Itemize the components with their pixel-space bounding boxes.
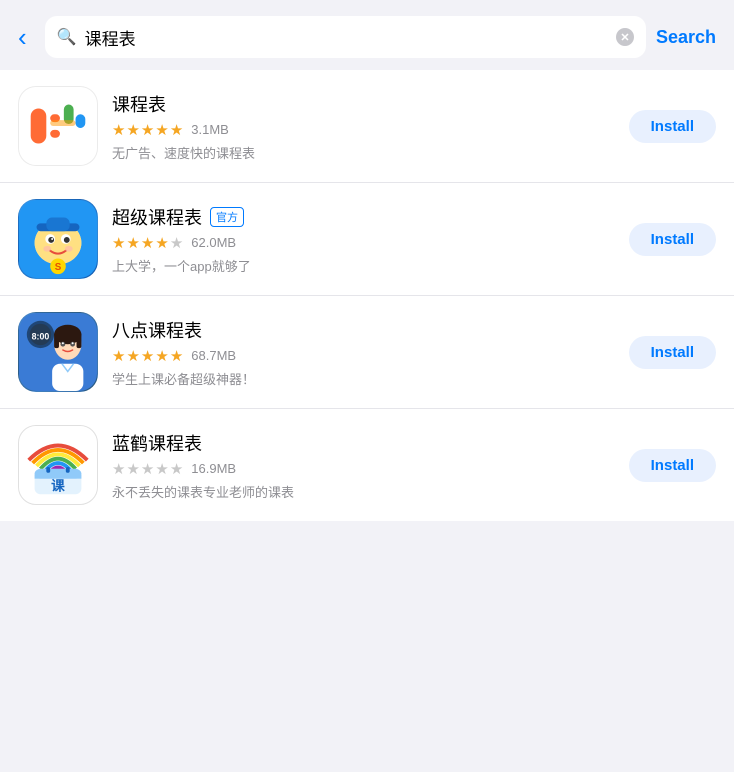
search-button[interactable]: Search (656, 27, 716, 48)
star-2: ★ (126, 460, 139, 478)
app-name-row: 蓝鹤课程表 (112, 430, 615, 456)
app-info: 八点课程表 ★ ★ ★ ★ ★ 68.7MB 学生上课必备超级神器！ (112, 317, 615, 388)
svg-text:课: 课 (51, 478, 65, 493)
star-5: ★ (170, 234, 183, 252)
app-icon: 8:00 (18, 312, 98, 392)
app-desc: 上大学，一个app就够了 (112, 256, 615, 275)
star-1: ★ (112, 347, 125, 365)
app-list: 课程表 ★ ★ ★ ★ ★ 3.1MB 无广告、速度快的课程表 Install (0, 70, 734, 521)
rating-row: ★ ★ ★ ★ ★ 16.9MB (112, 460, 615, 478)
star-5: ★ (170, 121, 183, 139)
app-desc: 学生上课必备超级神器！ (112, 369, 615, 388)
install-button[interactable]: Install (629, 223, 716, 256)
app-info: 课程表 ★ ★ ★ ★ ★ 3.1MB 无广告、速度快的课程表 (112, 91, 615, 162)
star-5: ★ (170, 347, 183, 365)
app-name: 课程表 (112, 91, 166, 117)
rating-row: ★ ★ ★ ★ ★ 3.1MB (112, 121, 615, 139)
clear-button[interactable]: ✕ (616, 28, 634, 46)
app-info: 超级课程表 官方 ★ ★ ★ ★ ★ 62.0MB 上大学，一个app就够了 (112, 204, 615, 275)
stars: ★ ★ ★ ★ ★ (112, 460, 183, 478)
app-name: 超级课程表 (112, 204, 202, 230)
list-item: 8:00 八点课程表 (0, 296, 734, 409)
star-5: ★ (170, 460, 183, 478)
star-4: ★ (155, 121, 168, 139)
file-size: 3.1MB (191, 122, 229, 137)
star-1: ★ (112, 121, 125, 139)
search-query-text: 课程表 (85, 25, 608, 50)
star-3: ★ (141, 460, 154, 478)
install-button[interactable]: Install (629, 449, 716, 482)
install-button[interactable]: Install (629, 336, 716, 369)
app-desc: 永不丢失的课表专业老师的课表 (112, 482, 615, 501)
star-2: ★ (126, 121, 139, 139)
svg-text:S: S (55, 262, 62, 273)
star-4: ★ (155, 234, 168, 252)
app-name-row: 八点课程表 (112, 317, 615, 343)
file-size: 68.7MB (191, 348, 236, 363)
app-icon: S (18, 199, 98, 279)
rating-row: ★ ★ ★ ★ ★ 68.7MB (112, 347, 615, 365)
list-item: 课 蓝鹤课程表 ★ ★ ★ ★ ★ 16.9MB 永不丢失的课表专业老师的课 (0, 409, 734, 521)
app-icon: 课 (18, 425, 98, 505)
rating-row: ★ ★ ★ ★ ★ 62.0MB (112, 234, 615, 252)
install-button[interactable]: Install (629, 110, 716, 143)
app-desc: 无广告、速度快的课程表 (112, 143, 615, 162)
stars: ★ ★ ★ ★ ★ (112, 121, 183, 139)
app-icon (18, 86, 98, 166)
app-name-row: 课程表 (112, 91, 615, 117)
app-name: 蓝鹤课程表 (112, 430, 202, 456)
file-size: 16.9MB (191, 461, 236, 476)
star-4: ★ (155, 460, 168, 478)
stars: ★ ★ ★ ★ ★ (112, 347, 183, 365)
svg-text:8:00: 8:00 (32, 331, 50, 341)
star-1: ★ (112, 460, 125, 478)
star-2: ★ (126, 347, 139, 365)
star-3: ★ (141, 347, 154, 365)
search-icon: 🔍 (57, 27, 77, 47)
official-badge: 官方 (210, 207, 244, 227)
header: ‹ 🔍 课程表 ✕ Search (0, 0, 734, 70)
star-2: ★ (126, 234, 139, 252)
app-info: 蓝鹤课程表 ★ ★ ★ ★ ★ 16.9MB 永不丢失的课表专业老师的课表 (112, 430, 615, 501)
back-button[interactable]: ‹ (18, 20, 35, 54)
star-3: ★ (141, 234, 154, 252)
app-name-row: 超级课程表 官方 (112, 204, 615, 230)
app-name: 八点课程表 (112, 317, 202, 343)
stars: ★ ★ ★ ★ ★ (112, 234, 183, 252)
star-3: ★ (141, 121, 154, 139)
star-4: ★ (155, 347, 168, 365)
file-size: 62.0MB (191, 235, 236, 250)
list-item: S 超级课程表 官方 ★ ★ ★ ★ ★ 62.0MB 上大学，一个app就够了… (0, 183, 734, 296)
list-item: 课程表 ★ ★ ★ ★ ★ 3.1MB 无广告、速度快的课程表 Install (0, 70, 734, 183)
search-bar[interactable]: 🔍 课程表 ✕ (45, 16, 646, 58)
star-1: ★ (112, 234, 125, 252)
